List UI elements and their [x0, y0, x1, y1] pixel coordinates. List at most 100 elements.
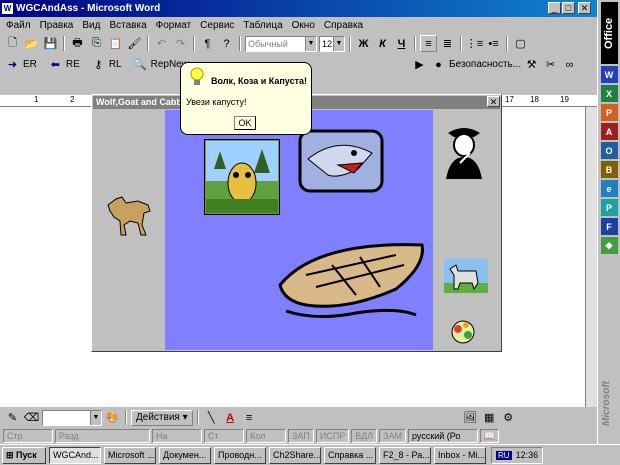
- menu-item[interactable]: Вид: [82, 20, 100, 31]
- boat-icon[interactable]: [276, 235, 426, 325]
- minimize-button[interactable]: _: [548, 2, 561, 14]
- dialog-message: Увези капусту!: [186, 97, 247, 107]
- design-mode-icon[interactable]: ∞: [561, 56, 578, 73]
- menu-item[interactable]: Сервис: [200, 20, 234, 31]
- menu-item[interactable]: Файл: [6, 20, 31, 31]
- borders-icon[interactable]: ▢: [512, 35, 529, 52]
- table-icon[interactable]: ▦: [481, 409, 498, 426]
- status-line: Ст: [204, 428, 244, 443]
- font-size-combo[interactable]: 12 ▼: [319, 35, 345, 52]
- italic-button[interactable]: К: [374, 35, 391, 52]
- vb-editor-icon[interactable]: ⚒: [523, 56, 540, 73]
- paste-icon[interactable]: 📋: [107, 35, 124, 52]
- security-button[interactable]: Безопасность...: [449, 59, 521, 70]
- undo-icon[interactable]: ↶: [153, 35, 170, 52]
- line-icon[interactable]: ╲: [203, 409, 220, 426]
- word-app-icon: W: [2, 3, 13, 14]
- settings-icon[interactable]: ⚙: [500, 409, 517, 426]
- print-icon[interactable]: 🖶: [69, 35, 86, 52]
- justify-icon[interactable]: ≣: [439, 35, 456, 52]
- excel-icon[interactable]: X: [600, 85, 618, 102]
- search-icon: 🔍: [133, 59, 147, 71]
- status-language: русский (Ро: [408, 428, 479, 443]
- vertical-scrollbar[interactable]: [585, 107, 597, 407]
- standard-toolbar: 🗋 📂 💾 🖶 ⎘ 📋 🖌 ↶ ↷ ¶ ? Обычный ▼ 12 ▼ Ж К Ч…: [0, 33, 597, 54]
- control-toolbox-icon[interactable]: ✂: [542, 56, 559, 73]
- explorer-icon[interactable]: e: [600, 180, 618, 197]
- actions-button[interactable]: Действия ▾: [131, 409, 193, 426]
- macro-er[interactable]: ER: [23, 59, 37, 70]
- numbered-list-icon[interactable]: ⋮≡: [466, 35, 483, 52]
- spelling-icon[interactable]: 📖: [480, 428, 500, 443]
- copy-icon[interactable]: ⎘: [88, 35, 105, 52]
- menu-item[interactable]: Правка: [40, 20, 74, 31]
- taskbar: ⊞ Пуск WGCAnd... Microsoft ... Докумен..…: [0, 444, 620, 465]
- status-col: Кол: [246, 428, 286, 443]
- underline-button[interactable]: Ч: [393, 35, 410, 52]
- farmer-icon[interactable]: [440, 123, 488, 179]
- lightbulb-icon: [190, 67, 204, 85]
- menu-item[interactable]: Формат: [156, 20, 192, 31]
- line-style-combo[interactable]: ▼: [42, 409, 102, 426]
- task-item[interactable]: WGCAnd...: [49, 446, 101, 464]
- menu-item[interactable]: Вставка: [109, 20, 146, 31]
- help-icon[interactable]: ?: [218, 35, 235, 52]
- access-icon[interactable]: A: [600, 123, 618, 140]
- photo-icon[interactable]: ◆: [600, 237, 618, 254]
- cabbage-icon[interactable]: [448, 317, 478, 345]
- drawing-toolbar: ✎ ⌫ ▼ 🎨 Действия ▾ ╲ A ≡ 🖼 ▦ ⚙: [0, 407, 597, 428]
- macro-rl[interactable]: RL: [109, 59, 122, 70]
- wolf-icon[interactable]: [104, 191, 154, 237]
- powerpoint-icon[interactable]: P: [600, 104, 618, 121]
- maximize-button[interactable]: □: [562, 2, 575, 14]
- task-item[interactable]: Inbox - Mi...: [434, 446, 486, 464]
- pen-icon[interactable]: ✎: [4, 409, 21, 426]
- word-icon[interactable]: W: [600, 66, 618, 83]
- ok-button[interactable]: OK: [234, 116, 256, 130]
- status-rec: ЗАП: [288, 428, 314, 443]
- style-combo[interactable]: Обычный ▼: [245, 35, 317, 52]
- bullet-list-icon[interactable]: •≡: [485, 35, 502, 52]
- task-item[interactable]: Microsoft ...: [104, 446, 156, 464]
- publisher-icon[interactable]: P: [600, 199, 618, 216]
- ruler-mark: 2: [70, 95, 75, 104]
- pilcrow-icon[interactable]: ¶: [199, 35, 216, 52]
- task-item[interactable]: Ch2Share...: [269, 446, 321, 464]
- eraser-icon[interactable]: ⌫: [23, 409, 40, 426]
- menu-item[interactable]: Таблица: [243, 20, 282, 31]
- frontpage-icon[interactable]: F: [600, 218, 618, 235]
- align-left-icon[interactable]: ≡: [420, 35, 437, 52]
- fill-color-icon[interactable]: 🎨: [104, 409, 121, 426]
- font-color-icon[interactable]: A: [222, 409, 239, 426]
- task-item[interactable]: Докумен...: [159, 446, 211, 464]
- run-icon[interactable]: ▶: [411, 56, 428, 73]
- shark-picture: [298, 129, 384, 193]
- task-item[interactable]: Проводн...: [214, 446, 266, 464]
- new-document-icon[interactable]: 🗋: [4, 35, 21, 52]
- line-weight-icon[interactable]: ≡: [241, 409, 258, 426]
- menu-item[interactable]: Окно: [292, 20, 315, 31]
- bold-button[interactable]: Ж: [355, 35, 372, 52]
- record-icon[interactable]: ●: [430, 56, 447, 73]
- menu-item[interactable]: Справка: [324, 20, 363, 31]
- dialog-title: Волк, Коза и Капуста!: [211, 76, 308, 86]
- binder-icon[interactable]: B: [600, 161, 618, 178]
- game-close-button[interactable]: ✕: [487, 96, 500, 107]
- macro-re[interactable]: RE: [66, 59, 80, 70]
- task-item[interactable]: F2_8 - Ра...: [379, 446, 431, 464]
- format-painter-icon[interactable]: 🖌: [126, 35, 143, 52]
- title-bar: W WGCAndAss - Microsoft Word: [0, 0, 597, 17]
- goat-icon[interactable]: [444, 259, 488, 293]
- goat-in-picture[interactable]: [204, 139, 280, 215]
- start-button[interactable]: ⊞ Пуск: [2, 446, 46, 464]
- close-button[interactable]: ✕: [578, 2, 591, 14]
- language-indicator[interactable]: RU: [496, 450, 512, 460]
- insert-picture-icon[interactable]: 🖼: [462, 409, 479, 426]
- ruler-mark: 1: [34, 95, 39, 104]
- ruler-mark: 17: [505, 95, 514, 104]
- save-icon[interactable]: 💾: [42, 35, 59, 52]
- open-folder-icon[interactable]: 📂: [23, 35, 40, 52]
- outlook-icon[interactable]: O: [600, 142, 618, 159]
- task-item[interactable]: Справка ...: [324, 446, 376, 464]
- redo-icon[interactable]: ↷: [172, 35, 189, 52]
